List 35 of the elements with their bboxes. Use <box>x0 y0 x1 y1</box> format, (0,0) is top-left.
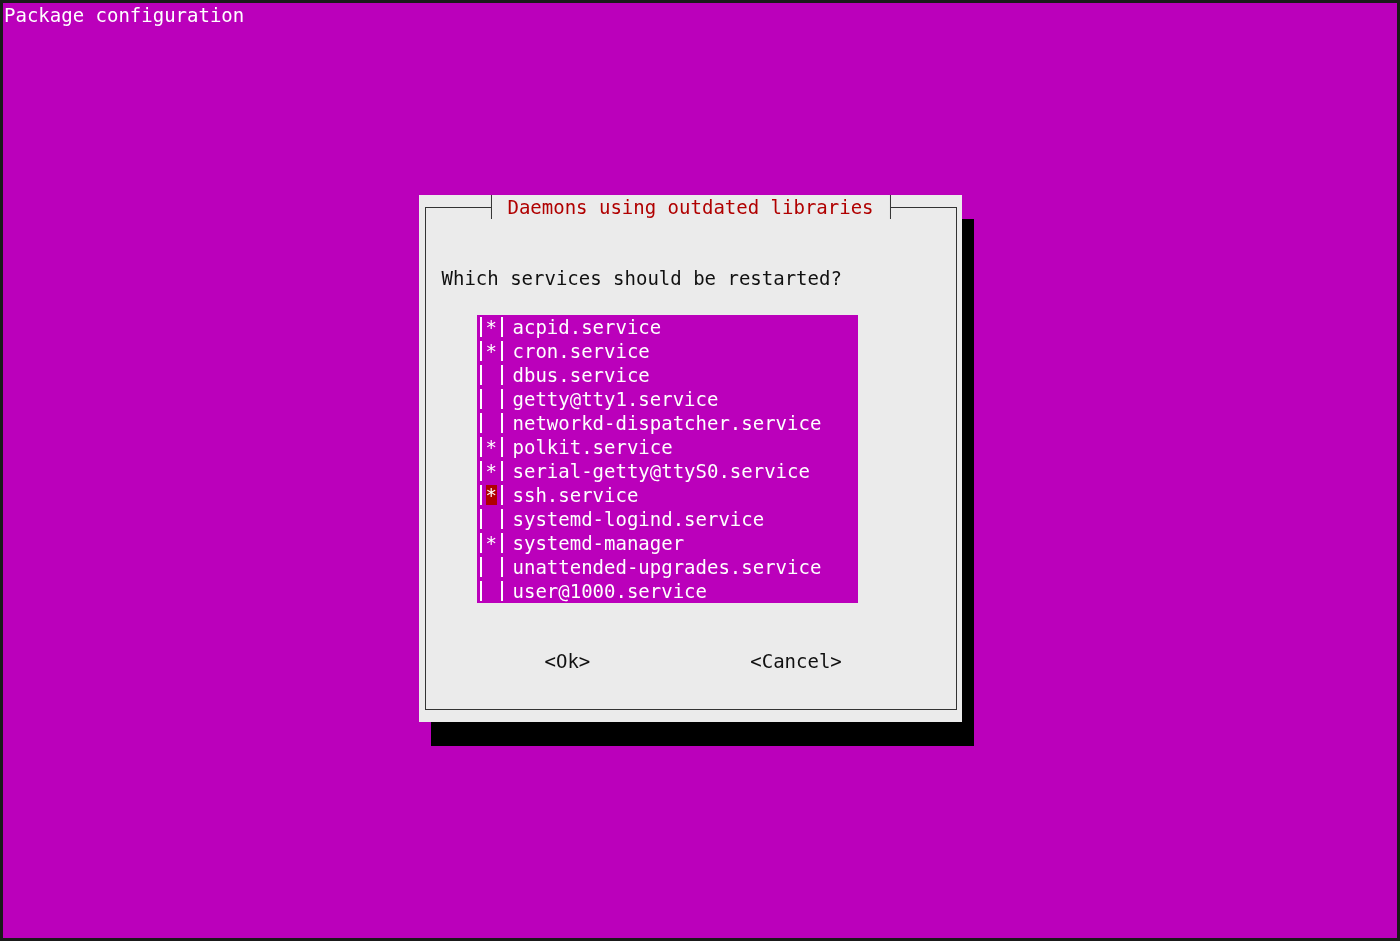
check-mark: * <box>485 461 497 481</box>
check-mark: * <box>485 485 497 505</box>
checkbox[interactable]: * <box>479 461 503 481</box>
checkbox[interactable] <box>479 557 503 577</box>
cancel-button[interactable]: <Cancel> <box>750 649 842 673</box>
screen-title: Package configuration <box>3 3 246 27</box>
service-label[interactable]: systemd-logind.service <box>512 507 765 531</box>
checkbox[interactable]: * <box>479 533 503 553</box>
ok-button[interactable]: <Ok> <box>544 649 591 673</box>
checkbox[interactable] <box>479 389 503 409</box>
checkbox[interactable]: * <box>479 485 503 505</box>
service-label[interactable]: user@1000.service <box>512 579 707 603</box>
question-text: Which services should be restarted? <box>441 266 843 290</box>
check-mark: * <box>485 317 497 337</box>
checkbox[interactable] <box>479 581 503 601</box>
service-label[interactable]: getty@tty1.service <box>512 387 719 411</box>
check-mark: * <box>485 341 497 361</box>
checkbox[interactable]: * <box>479 317 503 337</box>
checkbox[interactable]: * <box>479 437 503 457</box>
service-label[interactable]: serial-getty@ttyS0.service <box>512 459 810 483</box>
service-label[interactable]: networkd-dispatcher.service <box>512 411 822 435</box>
check-mark: * <box>485 533 497 553</box>
service-label[interactable]: dbus.service <box>512 363 650 387</box>
service-label[interactable]: acpid.service <box>512 315 662 339</box>
checkbox[interactable] <box>479 365 503 385</box>
service-label[interactable]: unattended-upgrades.service <box>512 555 822 579</box>
service-label[interactable]: systemd-manager <box>512 531 685 555</box>
service-label[interactable]: ssh.service <box>512 483 639 507</box>
check-mark: * <box>485 437 497 457</box>
checkbox[interactable] <box>479 413 503 433</box>
checkbox[interactable] <box>479 509 503 529</box>
dialog-title: Daemons using outdated libraries <box>490 195 891 219</box>
checkbox[interactable]: * <box>479 341 503 361</box>
service-label[interactable]: cron.service <box>512 339 650 363</box>
service-label[interactable]: polkit.service <box>512 435 673 459</box>
